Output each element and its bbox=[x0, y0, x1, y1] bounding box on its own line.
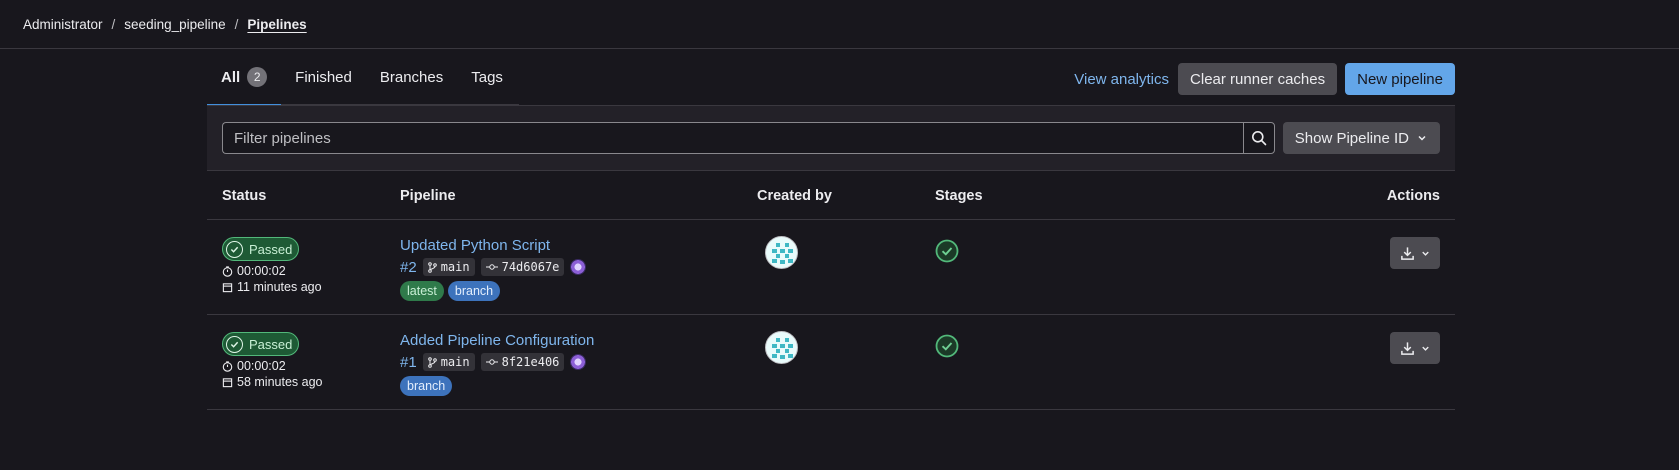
header-status: Status bbox=[222, 188, 267, 204]
pipeline-id-link[interactable]: #2 bbox=[400, 259, 417, 276]
search-icon bbox=[1252, 131, 1267, 146]
commit-author-avatar[interactable] bbox=[570, 259, 587, 275]
duration-value: 00:00:02 bbox=[237, 264, 286, 278]
download-icon bbox=[1400, 341, 1414, 355]
avatar[interactable] bbox=[765, 236, 798, 269]
header-actions: View analytics Clear runner caches New p… bbox=[1074, 63, 1455, 95]
filter-pipelines-input[interactable]: Filter pipelines bbox=[222, 122, 1243, 154]
chevron-down-icon bbox=[1421, 251, 1429, 256]
tab-branches-label: Branches bbox=[379, 68, 444, 86]
tab-tags[interactable]: Tags bbox=[457, 49, 517, 105]
search-button[interactable] bbox=[1243, 122, 1275, 154]
commit-sha: 74d6067e bbox=[501, 260, 560, 274]
identicon bbox=[772, 338, 793, 359]
commit-sha: 8f21e406 bbox=[501, 355, 560, 369]
chevron-down-icon bbox=[1421, 346, 1429, 351]
commit-icon bbox=[485, 264, 498, 270]
view-analytics-link[interactable]: View analytics bbox=[1074, 71, 1169, 88]
branch-icon bbox=[427, 261, 437, 273]
commit-icon bbox=[485, 359, 498, 365]
breadcrumb-separator: / bbox=[111, 16, 116, 32]
check-circle-icon bbox=[226, 240, 243, 258]
tab-all-label: All bbox=[221, 68, 241, 86]
download-icon bbox=[1400, 246, 1414, 260]
header-stages: Stages bbox=[935, 188, 983, 204]
pipelines-page: All 2 Finished Branches Tags View analyt… bbox=[207, 49, 1455, 410]
tab-tags-label: Tags bbox=[471, 68, 503, 86]
finished-time: 11 minutes ago bbox=[222, 280, 322, 294]
pipeline-refs: #1 main 8f21e406 bbox=[400, 352, 587, 372]
header-created-by: Created by bbox=[757, 188, 832, 204]
breadcrumb-item-project[interactable]: seeding_pipeline bbox=[124, 17, 225, 32]
table-header: Status Pipeline Created by Stages Action… bbox=[207, 171, 1455, 220]
download-artifacts-dropdown[interactable] bbox=[1390, 237, 1440, 269]
tag-branch[interactable]: branch bbox=[447, 281, 501, 301]
branch-ref[interactable]: main bbox=[422, 353, 475, 371]
pipeline-refs: #2 main 74d6067e bbox=[400, 257, 587, 277]
check-circle-icon bbox=[226, 335, 243, 353]
header-pipeline: Pipeline bbox=[400, 188, 456, 204]
identicon bbox=[772, 243, 793, 264]
tab-branches[interactable]: Branches bbox=[366, 49, 457, 105]
commit-author-avatar[interactable] bbox=[570, 354, 587, 370]
status-badge[interactable]: Passed bbox=[222, 237, 299, 261]
breadcrumb-separator: / bbox=[234, 16, 239, 32]
chevron-down-icon bbox=[1418, 135, 1426, 141]
new-pipeline-button[interactable]: New pipeline bbox=[1345, 63, 1455, 95]
branch-name: main bbox=[440, 355, 470, 369]
commit-ref[interactable]: 74d6067e bbox=[480, 258, 565, 276]
pipeline-title-link[interactable]: Updated Python Script bbox=[400, 237, 550, 254]
table-row: Passed 00:00:02 58 minutes ago Added Pip… bbox=[207, 315, 1455, 410]
download-artifacts-dropdown[interactable] bbox=[1390, 332, 1440, 364]
branch-icon bbox=[427, 356, 437, 368]
breadcrumb-item-pipelines[interactable]: Pipelines bbox=[247, 17, 306, 32]
show-pipeline-id-dropdown[interactable]: Show Pipeline ID bbox=[1282, 122, 1440, 154]
pipeline-tags: latest branch bbox=[400, 281, 501, 301]
tab-all[interactable]: All 2 bbox=[207, 49, 282, 106]
filter-bar: Filter pipelines Show Pipeline ID bbox=[207, 105, 1455, 171]
check-circle-icon[interactable] bbox=[935, 334, 959, 358]
tabs-row: All 2 Finished Branches Tags View analyt… bbox=[207, 49, 1455, 106]
pipeline-tabs: All 2 Finished Branches Tags bbox=[207, 49, 519, 106]
duration-value: 00:00:02 bbox=[237, 359, 286, 373]
tag-latest[interactable]: latest bbox=[400, 281, 444, 301]
calendar-icon bbox=[222, 282, 233, 292]
calendar-icon bbox=[222, 377, 233, 387]
header-actions: Actions bbox=[1386, 188, 1440, 204]
status-label: Passed bbox=[249, 241, 293, 257]
tab-finished-label: Finished bbox=[295, 68, 352, 86]
breadcrumb: Administrator / seeding_pipeline / Pipel… bbox=[0, 0, 1679, 49]
pipeline-id-link[interactable]: #1 bbox=[400, 354, 417, 371]
duration: 00:00:02 bbox=[222, 359, 286, 373]
duration: 00:00:02 bbox=[222, 264, 286, 278]
clock-icon bbox=[222, 265, 233, 277]
tag-branch[interactable]: branch bbox=[400, 376, 453, 396]
show-pipeline-id-label: Show Pipeline ID bbox=[1294, 129, 1409, 147]
tab-finished[interactable]: Finished bbox=[281, 49, 366, 105]
pipeline-tags: branch bbox=[400, 376, 453, 396]
finished-time: 58 minutes ago bbox=[222, 375, 322, 389]
clear-runner-caches-button[interactable]: Clear runner caches bbox=[1178, 63, 1338, 95]
pipeline-title-link[interactable]: Added Pipeline Configuration bbox=[400, 332, 594, 349]
branch-ref[interactable]: main bbox=[422, 258, 475, 276]
table-row: Passed 00:00:02 11 minutes ago Updated P… bbox=[207, 220, 1455, 315]
tab-all-count: 2 bbox=[247, 67, 268, 87]
status-label: Passed bbox=[249, 336, 293, 352]
branch-name: main bbox=[440, 260, 470, 274]
breadcrumb-item-administrator[interactable]: Administrator bbox=[23, 17, 103, 32]
avatar[interactable] bbox=[765, 331, 798, 364]
finished-time-value: 58 minutes ago bbox=[237, 375, 323, 389]
commit-ref[interactable]: 8f21e406 bbox=[480, 353, 565, 371]
clock-icon bbox=[222, 360, 233, 372]
finished-time-value: 11 minutes ago bbox=[237, 280, 322, 294]
status-badge[interactable]: Passed bbox=[222, 332, 299, 356]
check-circle-icon[interactable] bbox=[935, 239, 959, 263]
